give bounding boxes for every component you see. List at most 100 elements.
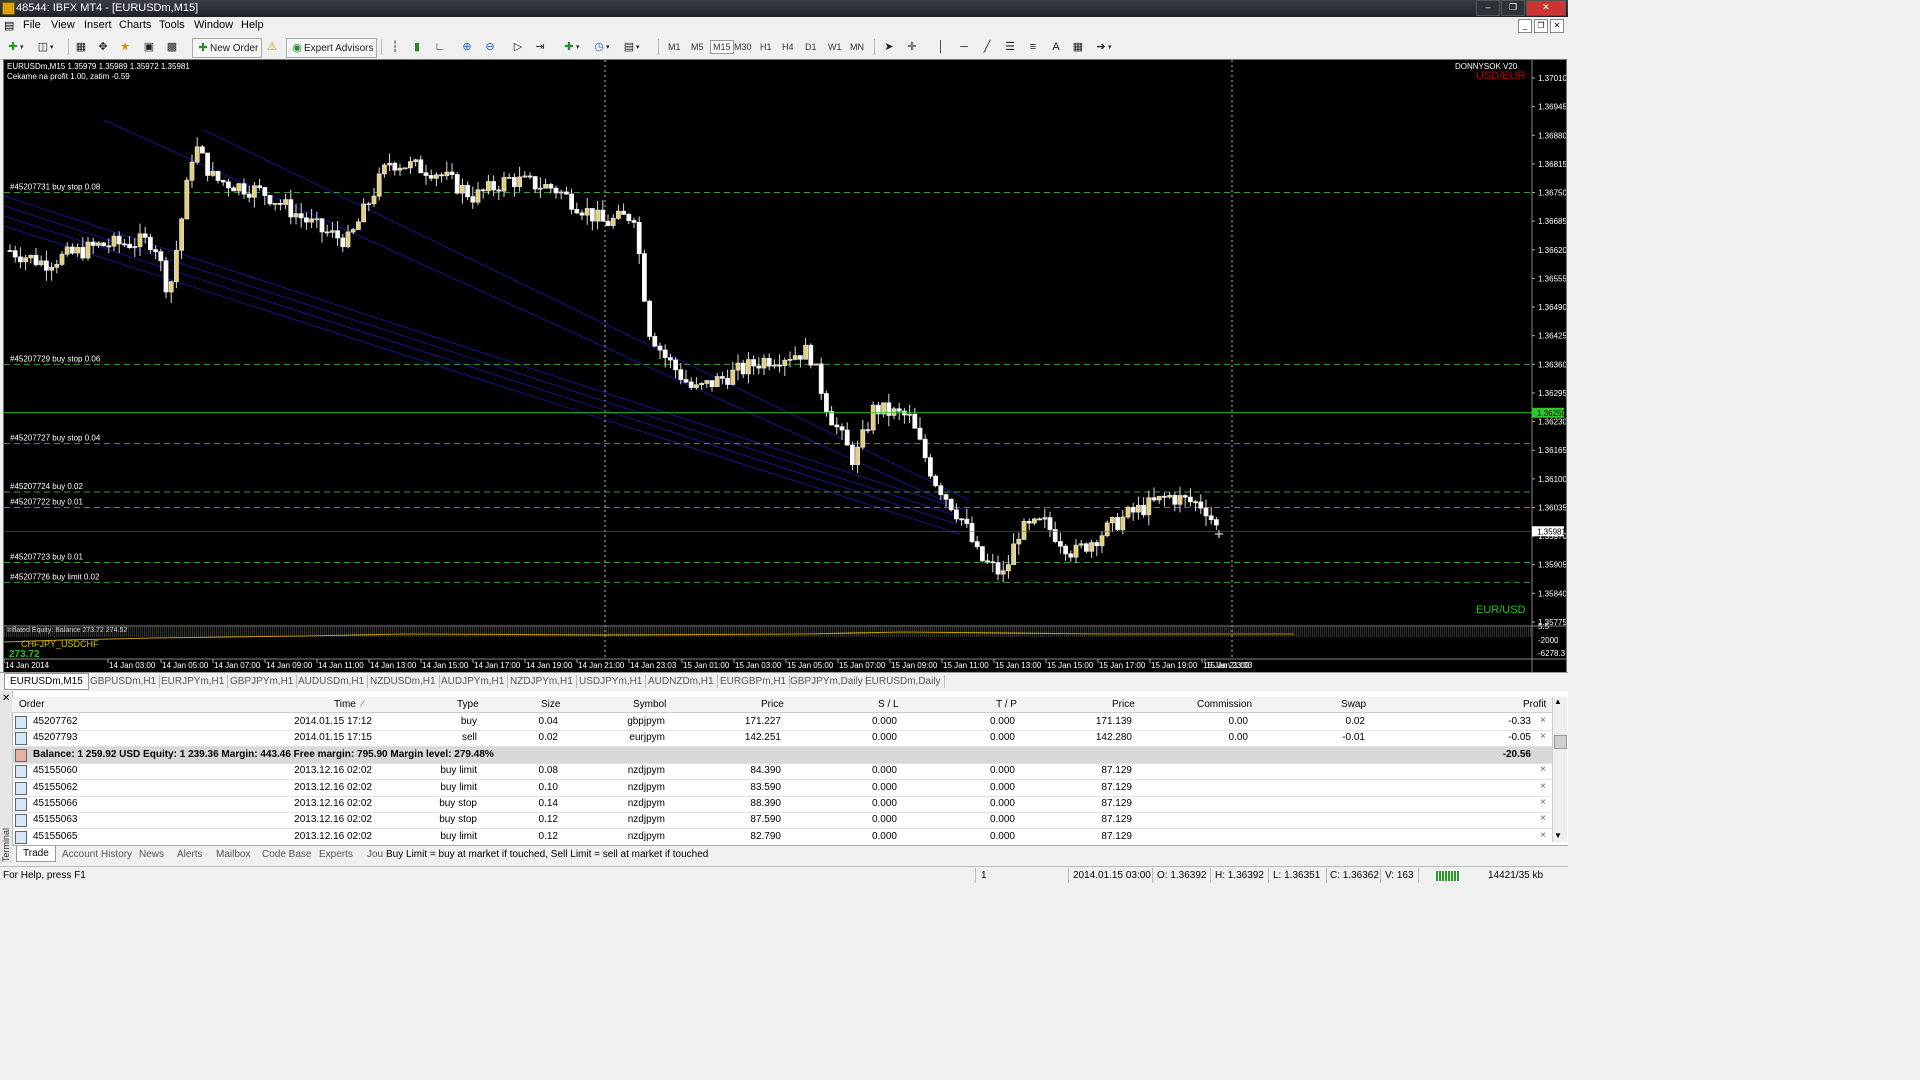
periods-button[interactable]: ◷ ▾ — [592, 38, 609, 56]
mdi-restore-icon[interactable]: ❐ — [1534, 19, 1548, 33]
fibonacci-button[interactable]: ≡ — [1026, 38, 1040, 56]
menu-help[interactable]: Help — [241, 19, 264, 31]
connection-status-icon[interactable] — [1436, 871, 1460, 881]
table-row[interactable]: 45155065 2013.12.16 02:02 buy limit 0.12 nzd… — [12, 829, 1552, 846]
market-watch-button[interactable]: ▦ — [74, 38, 88, 56]
zoom-in-button[interactable]: ⊕ — [460, 38, 474, 56]
arrows-button[interactable]: ➔ ▾ — [1094, 38, 1111, 56]
status-profile[interactable]: 1 — [981, 870, 987, 881]
table-row[interactable]: 45207762 2014.01.15 17:12 buy 0.04 gbpjpym 17… — [12, 714, 1552, 731]
col-current-price[interactable]: Price — [1112, 699, 1135, 710]
strategy-tester-button[interactable]: ▩ — [165, 38, 179, 56]
close-order-icon[interactable]: × — [1540, 764, 1546, 775]
col-commission[interactable]: Commission — [1197, 699, 1252, 710]
mdi-close-icon[interactable]: ✕ — [1550, 19, 1564, 33]
menu-window[interactable]: Window — [194, 19, 233, 31]
chart-tab[interactable]: EURUSDm,M15 — [4, 673, 89, 690]
channel-button[interactable]: ☰ — [1003, 38, 1017, 56]
timeframe-m1[interactable]: M1 — [668, 42, 681, 52]
trendline-button[interactable]: ╱ — [980, 38, 994, 56]
templates-button[interactable]: ▤ ▾ — [622, 38, 640, 56]
col-price[interactable]: Price — [761, 699, 784, 710]
terminal-scrollbar[interactable]: ▲ ▼ — [1552, 697, 1567, 842]
text-button[interactable]: A — [1049, 38, 1063, 56]
indicators-button[interactable]: ✚ ▾ — [562, 38, 579, 56]
menu-charts[interactable]: Charts — [119, 19, 151, 31]
mdi-minimize-icon[interactable]: _ — [1518, 19, 1532, 33]
crosshair-button[interactable]: ✛ — [905, 38, 919, 56]
close-order-icon[interactable]: × — [1540, 830, 1546, 841]
terminal-button[interactable]: ▣ — [142, 38, 156, 56]
scroll-down-icon[interactable]: ▼ — [1554, 831, 1562, 840]
timeframe-w1[interactable]: W1 — [828, 42, 842, 52]
tab-experts[interactable]: Experts — [319, 849, 353, 860]
col-symbol[interactable]: Symbol — [633, 699, 666, 710]
chart-tab[interactable]: NZDUSDm,H1 — [367, 675, 440, 688]
col-size[interactable]: Size — [541, 699, 560, 710]
tab-trade[interactable]: Trade — [16, 846, 56, 862]
timeframe-m5[interactable]: M5 — [691, 42, 704, 52]
timeframe-h4[interactable]: H4 — [782, 42, 794, 52]
new-chart-button[interactable]: ✚ ▾ — [6, 38, 23, 56]
horizontal-line-button[interactable]: ─ — [957, 38, 971, 56]
chart-tab[interactable]: EURUSDm,Daily — [862, 675, 945, 688]
price-chart[interactable]: #45207731 buy stop 0.08 #45207729 buy sto… — [4, 60, 1566, 672]
candlestick-button[interactable]: ▮ — [410, 38, 424, 56]
alert-button[interactable]: ⚠ — [265, 38, 279, 56]
tab-alerts[interactable]: Alerts — [177, 849, 203, 860]
chart-tab[interactable]: AUDJPYm,H1 — [438, 675, 509, 688]
scroll-thumb[interactable] — [1554, 735, 1567, 749]
menu-insert[interactable]: Insert — [84, 19, 112, 31]
close-icon[interactable]: ✕ — [1526, 0, 1566, 16]
chart-shift-button[interactable]: ⇥ — [533, 38, 547, 56]
chart-tab[interactable]: USDJPYm,H1 — [576, 675, 647, 688]
mdi-doc-icon[interactable]: ▤ — [4, 19, 14, 32]
timeframe-h1[interactable]: H1 — [760, 42, 772, 52]
minimize-icon[interactable]: – — [1476, 0, 1500, 16]
text-label-button[interactable]: ▦ — [1071, 38, 1085, 56]
tab-code-base[interactable]: Code Base — [262, 849, 311, 860]
col-profit[interactable]: Profit — [1523, 699, 1546, 710]
timeframe-mn[interactable]: MN — [850, 42, 864, 52]
close-order-icon[interactable]: × — [1540, 797, 1546, 808]
tab-account-history[interactable]: Account History — [62, 849, 132, 860]
data-window-button[interactable]: ✥ — [96, 38, 110, 56]
chart-window[interactable]: #45207731 buy stop 0.08 #45207729 buy sto… — [3, 59, 1567, 673]
table-row[interactable]: 45155062 2013.12.16 02:02 buy limit 0.10 nzd… — [12, 780, 1552, 797]
close-order-icon[interactable]: × — [1540, 781, 1546, 792]
close-order-icon[interactable]: × — [1540, 731, 1546, 742]
chart-tab[interactable]: GBPUSDm,H1 — [87, 675, 161, 688]
cursor-button[interactable]: ➤ — [882, 38, 896, 56]
chart-tab[interactable]: EURGBPm,H1 — [717, 675, 791, 688]
chart-tab[interactable]: GBPJPYm,H1 — [227, 675, 298, 688]
col-tp[interactable]: T / P — [996, 699, 1017, 710]
timeframe-d1[interactable]: D1 — [805, 42, 817, 52]
scroll-up-icon[interactable]: ▲ — [1554, 697, 1562, 706]
new-order-button[interactable]: ✚ New Order — [192, 38, 263, 58]
table-row[interactable]: 45155060 2013.12.16 02:02 buy limit 0.08 nzd… — [12, 763, 1552, 781]
col-swap[interactable]: Swap — [1341, 699, 1366, 710]
chart-tab[interactable]: AUDNZDm,H1 — [645, 675, 718, 688]
close-order-icon[interactable]: × — [1540, 715, 1546, 726]
tab-journal[interactable]: Jou — [367, 849, 383, 860]
col-sl[interactable]: S / L — [878, 699, 899, 710]
tab-news[interactable]: News — [139, 849, 164, 860]
bar-chart-button[interactable]: ┆ — [388, 38, 402, 56]
col-time[interactable]: Time — [334, 699, 356, 710]
menu-tools[interactable]: Tools — [159, 19, 185, 31]
zoom-out-button[interactable]: ⊖ — [483, 38, 497, 56]
menu-view[interactable]: View — [51, 19, 75, 31]
terminal-close-icon[interactable]: ✕ — [2, 693, 10, 704]
restore-icon[interactable]: ❐ — [1501, 0, 1525, 16]
col-order[interactable]: Order — [19, 699, 45, 710]
table-row[interactable]: 45155063 2013.12.16 02:02 buy stop 0.12 nzdj… — [12, 812, 1552, 830]
line-chart-button[interactable]: ∟ — [433, 38, 447, 56]
vertical-line-button[interactable]: │ — [934, 38, 948, 56]
chart-tab[interactable]: NZDJPYm,H1 — [507, 675, 577, 688]
chart-tab[interactable]: GBPJPYm,Daily — [787, 675, 867, 688]
navigator-button[interactable]: ★ — [118, 38, 132, 56]
table-row[interactable]: 45207793 2014.01.15 17:15 sell 0.02 eurjpym 1… — [12, 730, 1552, 748]
table-row[interactable]: 45155066 2013.12.16 02:02 buy stop 0.14 nzdj… — [12, 796, 1552, 813]
auto-scroll-button[interactable]: ▷ — [511, 38, 525, 56]
profiles-button[interactable]: ◫ ▾ — [36, 38, 54, 56]
